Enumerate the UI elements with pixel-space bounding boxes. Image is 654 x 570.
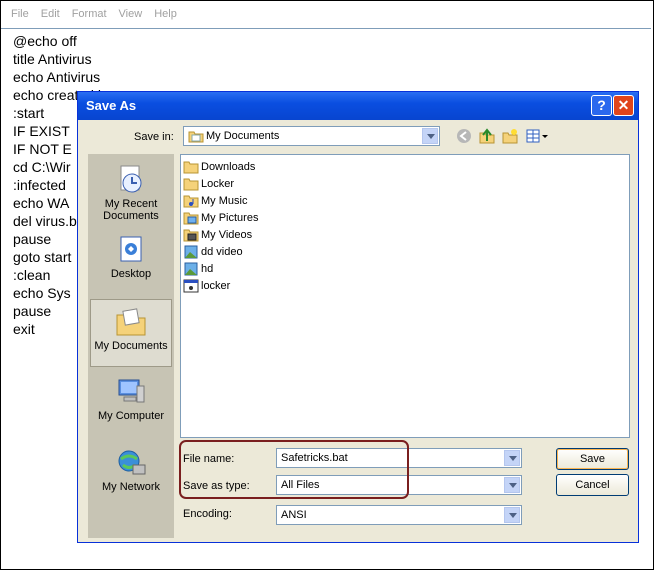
code-line: exit	[13, 321, 35, 337]
music-folder-icon	[183, 195, 199, 208]
file-name: My Music	[201, 195, 248, 207]
code-line: echo Antivirus	[13, 69, 101, 85]
dialog-title: Save As	[86, 98, 137, 113]
my-documents-folder-icon	[188, 131, 204, 143]
dialog-title-bar[interactable]: Save As ? ✕	[78, 92, 638, 120]
list-item[interactable]: My Music	[183, 193, 247, 209]
new-folder-icon[interactable]	[502, 128, 518, 144]
file-name: hd	[201, 263, 214, 275]
code-line: echo Sys	[13, 285, 71, 301]
code-line: IF NOT E	[13, 141, 72, 157]
encoding-value: ANSI	[281, 509, 307, 521]
place-label: My Network	[101, 481, 161, 493]
my-computer-icon	[115, 376, 147, 408]
list-item[interactable]: dd video	[183, 244, 243, 260]
menu-edit[interactable]: Edit	[41, 8, 60, 20]
desktop-icon	[115, 234, 147, 266]
menu-help[interactable]: Help	[154, 8, 177, 20]
help-icon: ?	[597, 97, 606, 113]
close-button[interactable]: ✕	[613, 95, 634, 116]
back-icon[interactable]	[456, 128, 472, 144]
my-network-icon	[115, 447, 147, 479]
code-line: title Antivirus	[13, 51, 92, 67]
encoding-label: Encoding:	[183, 508, 232, 520]
place-label: My Recent Documents	[103, 198, 159, 222]
encoding-dropdown[interactable]: ANSI	[276, 505, 522, 525]
chevron-down-icon[interactable]	[504, 450, 520, 466]
code-line: pause	[13, 231, 52, 247]
file-name: Downloads	[201, 161, 256, 173]
code-line: echo WA	[13, 195, 70, 211]
exe-file-icon	[183, 279, 199, 293]
chevron-down-icon[interactable]	[422, 128, 438, 144]
place-label: Desktop	[110, 268, 152, 280]
save-in-value: My Documents	[206, 130, 280, 142]
code-line: IF EXIST	[13, 123, 70, 139]
menu-view[interactable]: View	[119, 8, 143, 20]
chevron-down-icon[interactable]	[504, 507, 520, 523]
list-item[interactable]: Locker	[183, 176, 234, 192]
list-item[interactable]: locker	[183, 278, 230, 294]
save-in-dropdown[interactable]: My Documents	[183, 126, 440, 146]
place-desktop[interactable]: Desktop	[90, 228, 172, 296]
videos-folder-icon	[183, 229, 199, 242]
save-button[interactable]: Save	[556, 448, 629, 470]
list-item[interactable]: hd	[183, 261, 213, 277]
file-name: dd video	[201, 246, 243, 258]
menu-format[interactable]: Format	[72, 8, 107, 20]
recent-documents-icon	[115, 164, 147, 196]
menu-bar: File Edit Format View Help	[1, 1, 653, 27]
place-my-recent-documents[interactable]: My Recent Documents	[90, 158, 172, 226]
place-label: My Computer	[97, 410, 165, 422]
code-line: goto start	[13, 249, 72, 265]
close-icon: ✕	[617, 97, 630, 113]
file-name: My Pictures	[201, 212, 259, 224]
place-my-documents[interactable]: My Documents	[90, 299, 172, 367]
folder-icon	[183, 178, 199, 191]
place-label: My Documents	[94, 340, 168, 352]
list-item[interactable]: My Videos	[183, 227, 252, 243]
file-name: My Videos	[201, 229, 253, 241]
file-name: Locker	[201, 178, 235, 190]
views-menu-icon[interactable]	[526, 128, 550, 144]
help-button[interactable]: ?	[591, 95, 612, 116]
file-name: locker	[201, 280, 231, 292]
code-line: :clean	[13, 267, 51, 283]
pictures-folder-icon	[183, 212, 199, 225]
up-folder-icon[interactable]	[479, 128, 495, 144]
my-documents-icon	[115, 306, 147, 338]
code-line: del virus.b	[13, 213, 77, 229]
save-in-label: Save in:	[134, 131, 174, 143]
folder-icon	[183, 161, 199, 174]
code-line: :start	[13, 105, 45, 121]
code-line: @echo off	[13, 33, 77, 49]
place-my-computer[interactable]: My Computer	[90, 370, 172, 438]
file-list[interactable]: Downloads Locker My Music My Pictures My…	[180, 154, 630, 438]
menu-file[interactable]: File	[11, 8, 29, 20]
code-line: cd C:\Wir	[13, 159, 71, 175]
chevron-down-icon[interactable]	[504, 477, 520, 493]
image-file-icon	[184, 262, 198, 276]
code-line: pause	[13, 303, 52, 319]
cancel-button[interactable]: Cancel	[556, 474, 629, 496]
image-file-icon	[184, 245, 198, 259]
list-item[interactable]: My Pictures	[183, 210, 258, 226]
list-item[interactable]: Downloads	[183, 159, 255, 175]
annotation-highlight	[179, 440, 409, 499]
place-my-network[interactable]: My Network	[90, 441, 172, 509]
code-line: :infected	[13, 177, 66, 193]
